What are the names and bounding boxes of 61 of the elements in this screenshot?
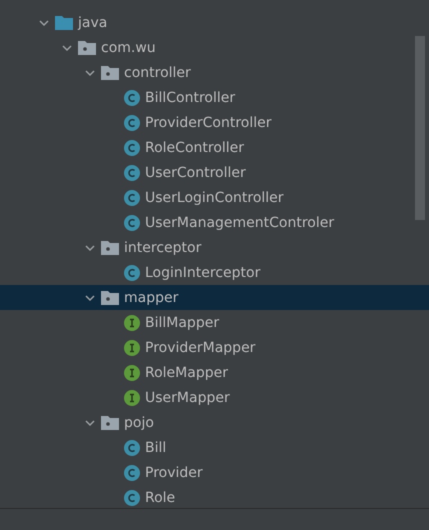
class-icon (124, 90, 140, 106)
package-folder-icon (101, 414, 119, 430)
class-icon (124, 164, 140, 180)
tree-label: UserMapper (145, 388, 230, 406)
tree-row[interactable]: Role (0, 485, 429, 510)
class-icon (124, 464, 140, 480)
tree-label: Provider (145, 464, 203, 482)
tree-label: UserLoginController (145, 188, 284, 206)
tree-row[interactable]: UserMapper (0, 385, 429, 410)
tree-label: Bill (145, 438, 166, 456)
tree-label: BillMapper (145, 314, 220, 332)
tree-label: ProviderController (145, 114, 272, 132)
scrollbar-thumb[interactable] (415, 36, 425, 220)
class-icon (124, 490, 140, 506)
package-folder-icon (101, 240, 119, 256)
tree-row[interactable]: UserController (0, 160, 429, 185)
selected-tree-row[interactable]: mapper (0, 285, 429, 310)
tree-row[interactable]: RoleMapper (0, 360, 429, 385)
tree-label: RoleMapper (145, 364, 228, 382)
tree-row[interactable]: UserManagementControler (0, 210, 429, 235)
tree-label: com.wu (101, 38, 156, 56)
package-folder-icon (78, 40, 96, 56)
tree-label: UserController (145, 164, 246, 182)
class-icon (124, 140, 140, 156)
tree-row[interactable]: UserLoginController (0, 185, 429, 210)
tree-row[interactable]: pojo (0, 410, 429, 435)
tree-row[interactable]: java (0, 10, 429, 35)
tree-row[interactable]: ProviderMapper (0, 335, 429, 360)
tree-row[interactable]: LoginInterceptor (0, 260, 429, 285)
tree-label: pojo (124, 414, 154, 432)
interface-icon (124, 314, 140, 330)
interface-icon (124, 390, 140, 406)
tree-row[interactable]: ProviderController (0, 110, 429, 135)
tree-row[interactable]: Provider (0, 460, 429, 485)
package-folder-icon (101, 64, 119, 80)
tree-label: LoginInterceptor (145, 264, 260, 282)
tree-row[interactable]: controller (0, 60, 429, 85)
tree-label: controller (124, 64, 191, 82)
tree-row[interactable]: Bill (0, 435, 429, 460)
tree-row[interactable]: interceptor (0, 235, 429, 260)
tree-label: mapper (124, 288, 178, 306)
folder-icon (55, 14, 73, 30)
tree-row[interactable]: com.wu (0, 35, 429, 60)
tree-label: interceptor (124, 238, 202, 256)
tree-row[interactable]: RoleController (0, 135, 429, 160)
class-icon (124, 214, 140, 230)
tree-row[interactable]: BillController (0, 85, 429, 110)
interface-icon (124, 364, 140, 380)
class-icon (124, 264, 140, 280)
class-icon (124, 440, 140, 456)
tree-label: ProviderMapper (145, 338, 256, 356)
tree-label: java (78, 14, 108, 32)
class-icon (124, 190, 140, 206)
class-icon (124, 114, 140, 130)
tree-label: Role (145, 488, 176, 506)
interface-icon (124, 340, 140, 356)
tree-label: BillController (145, 88, 236, 106)
tree-label: RoleController (145, 138, 244, 156)
tree-row[interactable]: BillMapper (0, 310, 429, 335)
tree-label: UserManagementControler (145, 214, 334, 232)
package-folder-icon (101, 290, 119, 306)
